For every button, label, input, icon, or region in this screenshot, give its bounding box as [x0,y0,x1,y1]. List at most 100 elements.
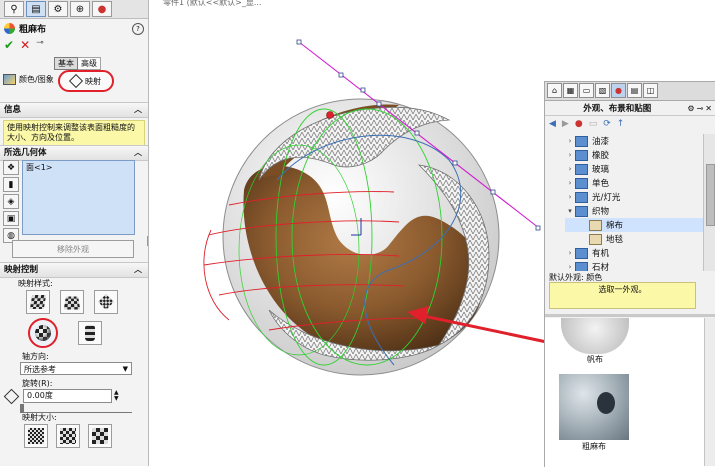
tree-item[interactable]: › 有机 [565,246,703,260]
tree-item[interactable]: 地毯 [565,232,703,246]
projection-mapping-icon [63,296,81,310]
chevron-right-icon[interactable]: › [565,249,575,257]
sphere-mapping-button[interactable] [28,318,58,348]
chevron-down-icon[interactable]: ▾ [565,207,575,215]
select-feature-icon[interactable]: ▣ [3,211,19,226]
add-appearance-icon[interactable]: ● [575,119,583,129]
checker-large-icon [92,428,108,444]
tree-item[interactable]: 棉布 [565,218,703,232]
box-mapping-button[interactable] [94,290,118,314]
home-tab[interactable]: ⌂ [547,83,562,98]
feature-manager-tab[interactable]: ⚲ [4,1,24,17]
property-manager-tab[interactable]: ▤ [26,1,46,17]
chevron-right-icon[interactable]: › [565,137,575,145]
swatch-scrollbar[interactable] [704,318,715,466]
library-tab[interactable]: ▦ [563,83,578,98]
swatch-item-canvas[interactable]: 帆布 [561,318,629,368]
swatch-item-burlap[interactable]: 粗麻布 [559,374,629,454]
add-folder-icon[interactable]: ▭ [589,119,598,129]
size-medium-button[interactable] [56,424,80,448]
burlap-swatch [559,374,629,440]
settings-icon[interactable]: ⚙ [687,104,694,113]
refresh-icon[interactable]: ⟳ [603,119,611,129]
chevron-down-icon: ▼ [122,365,128,373]
chevron-right-icon[interactable]: › [565,151,575,159]
mapping-section-header[interactable]: 映射控制 ︿ [0,262,148,278]
folder-icon [575,261,588,271]
tab-advanced[interactable]: 高级 [78,57,101,70]
swatch-list[interactable]: 帆布 粗麻布 [545,318,715,468]
ok-check-icon[interactable]: ✔ [4,38,14,52]
dimxpert-tab[interactable]: ⊕ [70,1,90,17]
folder-icon [589,233,602,245]
appearances-icon: ● [615,86,622,95]
rotation-field[interactable]: 0.00度 [23,389,112,403]
tree-item-label: 光/灯光 [592,193,621,203]
pin-icon[interactable]: ⊸ [36,38,44,52]
pin-pane-icon[interactable]: ⊸ [697,104,704,113]
select-part-icon[interactable]: ❖ [3,160,19,175]
custom-props-icon: ▤ [630,86,639,95]
view-palette-tab[interactable]: ▧ [595,83,610,98]
config-manager-tab[interactable]: ⚙ [48,1,68,17]
rotation-spinner[interactable]: ▲ ▼ [114,390,119,402]
geometry-list-item[interactable]: 面<1> [23,161,134,174]
tree-item-label: 单色 [592,179,610,189]
view-palette-icon: ▧ [598,86,607,95]
config-manager-icon: ⚙ [53,3,63,15]
chevron-right-icon[interactable]: › [565,165,575,173]
custom-props-tab[interactable]: ▤ [627,83,642,98]
tree-item[interactable]: › 玻璃 [565,162,703,176]
display-manager-tab[interactable]: ● [92,1,112,17]
up-icon[interactable]: ↑ [617,119,625,129]
tree-item[interactable]: › 石材 [565,260,703,271]
tab-color-image[interactable]: 颜色/图象 [19,74,54,85]
geometry-section-header[interactable]: 所选几何体 ︿ [0,145,148,161]
close-pane-icon[interactable]: ✕ [705,104,712,113]
tree-item[interactable]: › 单色 [565,176,703,190]
tree-item[interactable]: › 橡胶 [565,148,703,162]
baseball-model-view[interactable] [149,0,544,466]
forward-icon[interactable]: ▶ [562,119,569,129]
tree-item-label: 橡胶 [592,151,610,161]
tree-scrollbar[interactable] [703,134,715,271]
tree-item[interactable]: › 光/灯光 [565,190,703,204]
tab-basic[interactable]: 基本 [54,57,78,70]
remove-appearance-button[interactable]: 移除外观 [12,240,134,258]
explorer-tab[interactable]: ▭ [579,83,594,98]
tab-mapping[interactable]: 映射 [58,70,114,92]
chevron-right-icon[interactable]: › [565,263,575,271]
geometry-list[interactable]: 面<1> [22,160,135,235]
origin-point [326,111,334,119]
cancel-x-icon[interactable]: ✕ [20,38,30,52]
appearances-tab[interactable]: ● [611,83,626,98]
mapping-size-label: 映射大小: [22,413,57,422]
info-section-header[interactable]: 信息 ︿ [0,102,148,118]
chevron-right-icon[interactable]: › [565,179,575,187]
graphics-area[interactable]: 零件1 (默认<<默认>_显... [149,0,544,466]
tree-item-label: 织物 [592,207,610,217]
task-pane-tabs: ⌂ ▦ ▭ ▧ ● ▤ ◫ [545,82,715,101]
projection-mapping-button[interactable] [60,290,84,314]
pm-title: 粗麻布 [19,25,47,35]
size-large-button[interactable] [88,424,112,448]
chevron-right-icon[interactable]: › [565,193,575,201]
appearance-tree[interactable]: › 油漆 › 橡胶 › 玻璃 › 单色 › 光/灯光 ▾ 织物 棉布 地毯 › 有机 › 石材 [545,134,703,271]
cylindrical-mapping-button[interactable] [78,321,102,345]
select-surface-icon[interactable]: ◈ [3,194,19,209]
surface-mapping-button[interactable] [26,290,50,314]
axis-direction-select[interactable]: 所选参考 ▼ [20,362,132,375]
size-small-button[interactable] [24,424,48,448]
back-icon[interactable]: ◀ [549,119,556,129]
rotate-icon [3,388,20,404]
select-face-icon[interactable]: ▮ [3,177,19,192]
splitter[interactable] [545,314,715,317]
hint-box: 选取一外观。 [549,282,696,309]
forum-tab[interactable]: ◫ [643,83,658,98]
sphere-mapping-icon [35,325,51,341]
home-icon: ⌂ [551,86,558,95]
tree-item[interactable]: › 油漆 [565,134,703,148]
tree-item[interactable]: ▾ 织物 [565,204,703,218]
help-icon[interactable]: ? [132,22,144,35]
color-image-icon [3,74,16,85]
